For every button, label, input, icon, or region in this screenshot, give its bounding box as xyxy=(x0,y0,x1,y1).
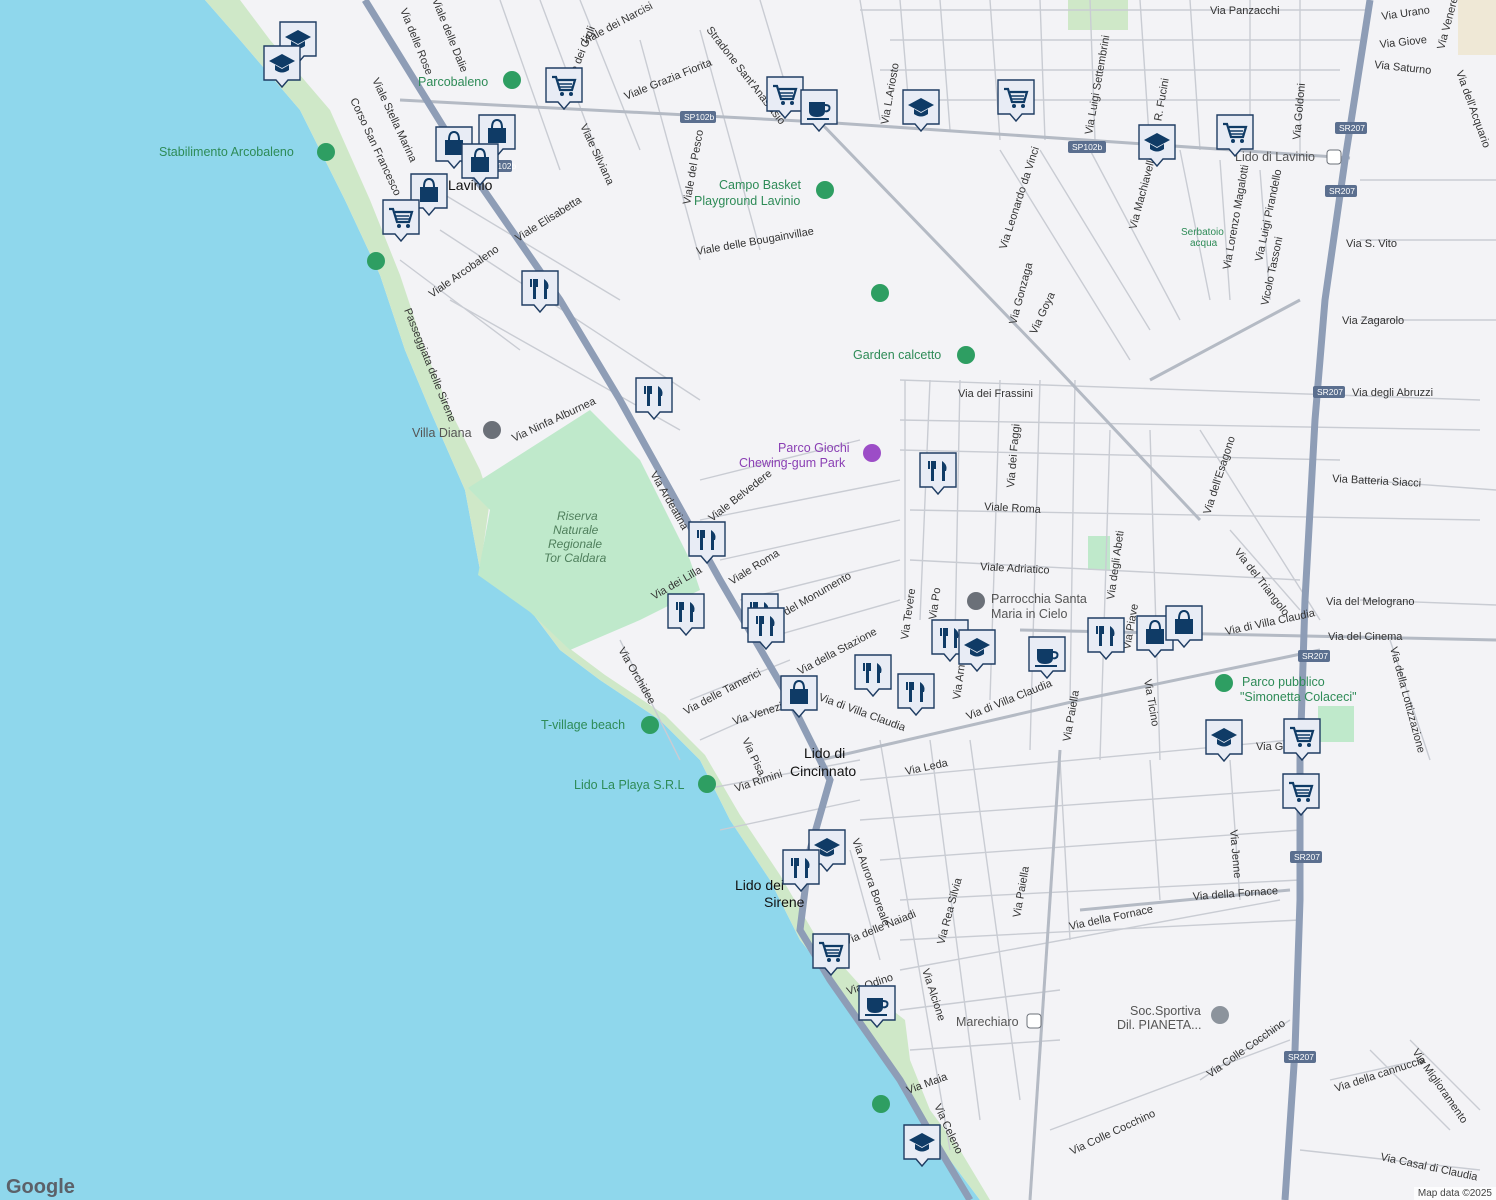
svg-text:SR207: SR207 xyxy=(1288,1052,1314,1062)
place-label: Garden calcetto xyxy=(853,348,941,362)
place-marker-icon xyxy=(367,252,385,270)
train-station-icon xyxy=(1026,1013,1042,1029)
road-shield: SP102b xyxy=(680,111,716,123)
place-label: Parco pubblico xyxy=(1242,675,1325,689)
street-label: Via Zagarolo xyxy=(1342,315,1404,327)
svg-text:SR207: SR207 xyxy=(1329,186,1355,196)
svg-text:SR207: SR207 xyxy=(1294,852,1320,862)
place-marker-icon xyxy=(317,143,335,161)
road-shield: SR207 xyxy=(1335,122,1367,134)
place-label: Maria in Cielo xyxy=(991,607,1067,621)
place-marker-icon xyxy=(957,346,975,364)
map-attribution[interactable]: Map data ©2025 xyxy=(1413,1187,1496,1200)
place-label: Soc.Sportiva xyxy=(1130,1004,1201,1018)
place-label: Stabilimento Arcobaleno xyxy=(159,145,294,159)
town-label-sirene: Lido dei xyxy=(735,877,784,893)
road-shield: SP102b xyxy=(1068,141,1106,153)
road-shield: SR207 xyxy=(1290,851,1322,863)
place-label: Chewing-gum Park xyxy=(739,456,846,470)
place-label: Dil. PIANETA... xyxy=(1117,1018,1202,1032)
park-marker-icon xyxy=(503,71,521,89)
street-label: Via degli Abruzzi xyxy=(1352,387,1433,399)
field-area xyxy=(1458,0,1496,55)
place-label: Lido di Lavinio xyxy=(1235,150,1315,164)
place-label: T-village beach xyxy=(541,718,625,732)
place-label: Playground Lavinio xyxy=(694,194,800,208)
place-label: acqua xyxy=(1190,238,1218,249)
place-marker-icon xyxy=(1211,1006,1229,1024)
town-label-lavinio: Lavinio xyxy=(448,177,493,193)
place-label: Serbatoio xyxy=(1181,227,1224,238)
place-label: Regionale xyxy=(548,537,602,551)
road-shield: SR207 xyxy=(1298,650,1330,662)
museum-marker-icon xyxy=(483,421,501,439)
place-marker-icon xyxy=(816,181,834,199)
place-marker-icon xyxy=(872,1095,890,1113)
place-label: Villa Diana xyxy=(412,426,472,440)
train-station-icon xyxy=(1326,149,1342,165)
park-marker-icon xyxy=(1215,674,1233,692)
church-marker-icon xyxy=(967,592,985,610)
place-label: Marechiaro xyxy=(956,1015,1019,1029)
svg-text:SP102b: SP102b xyxy=(1072,142,1103,152)
road-shield: SR207 xyxy=(1284,1051,1316,1063)
green-area-3 xyxy=(1068,0,1128,30)
svg-text:SP102b: SP102b xyxy=(684,112,715,122)
place-label: Campo Basket xyxy=(719,178,802,192)
street-label: Via del Cinema xyxy=(1328,631,1403,643)
place-label: Naturale xyxy=(553,523,599,537)
street-label: Via S. Vito xyxy=(1346,238,1397,250)
svg-text:SR207: SR207 xyxy=(1339,123,1365,133)
place-label: Lido La Playa S.R.L xyxy=(574,778,685,792)
town-label-sirene: Sirene xyxy=(764,894,805,910)
place-label: Parcobaleno xyxy=(418,75,488,89)
road-shield: SR207 xyxy=(1325,185,1357,197)
place-label: Riserva xyxy=(557,509,598,523)
svg-text:SR207: SR207 xyxy=(1302,651,1328,661)
town-label-cincinnato: Lido di xyxy=(804,745,845,761)
place-label: Tor Caldara xyxy=(544,551,607,565)
park-marker-icon xyxy=(871,284,889,302)
place-label: "Simonetta Colaceci" xyxy=(1240,690,1357,704)
place-marker-icon xyxy=(641,716,659,734)
svg-text:SR207: SR207 xyxy=(1317,387,1343,397)
town-label-cincinnato: Cincinnato xyxy=(790,763,856,779)
road-shield: SR207 xyxy=(1313,386,1345,398)
playground-marker-icon xyxy=(863,444,881,462)
street-label: Via del Melograno xyxy=(1326,596,1414,608)
map-canvas[interactable]: SP102b SP102b SP102b SR207 SR207 SR207 S… xyxy=(0,0,1496,1200)
place-label: Parco Giochi xyxy=(778,441,850,455)
place-label: Parrocchia Santa xyxy=(991,592,1087,606)
green-area-2 xyxy=(1318,706,1354,742)
street-label: Via dei Frassini xyxy=(958,388,1033,400)
street-label: Via Panzacchi xyxy=(1210,5,1280,17)
google-logo: Google xyxy=(6,1176,75,1198)
place-marker-icon xyxy=(698,775,716,793)
